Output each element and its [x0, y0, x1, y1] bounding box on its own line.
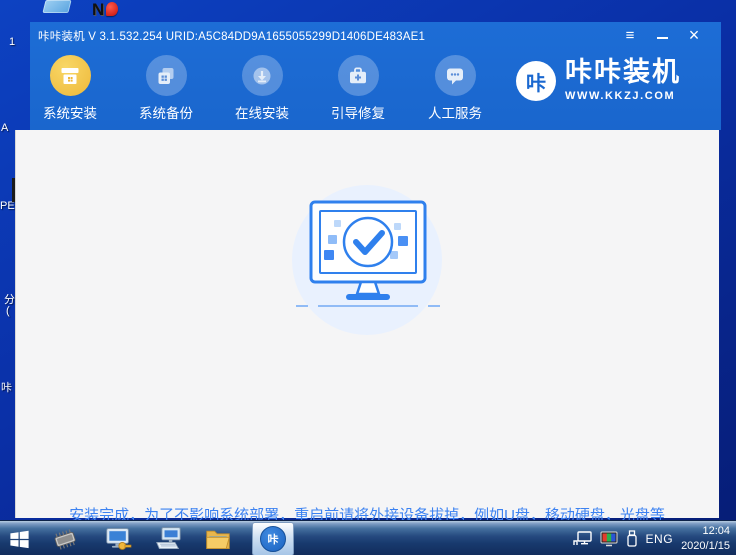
nav-item-system-install[interactable]: 系统安装 — [30, 52, 110, 122]
taskbar-kaka-app-active[interactable]: 咔 — [252, 522, 294, 555]
system-tray: ENG 12:04 2020/1/15 — [573, 521, 736, 555]
window-controls: ≡ × — [619, 26, 705, 44]
install-box-icon — [50, 55, 91, 96]
installer-window-header: 咔咔装机 V 3.1.532.254 URID:A5C84DD9A1655055… — [30, 22, 721, 130]
kaka-app-icon: 咔 — [260, 526, 286, 552]
desktop-label-fragment[interactable]: A — [1, 122, 8, 134]
desktop-label-fragment[interactable]: ( — [6, 305, 10, 317]
nav-item-manual-service[interactable]: 人工服务 — [415, 52, 495, 122]
desktop-file-icon[interactable] — [42, 0, 71, 13]
folder-icon — [204, 526, 232, 552]
nav-item-boot-repair[interactable]: 引导修复 — [318, 52, 398, 122]
cpu-chip-icon — [51, 526, 79, 552]
desktop-app-icon-letter: N — [92, 0, 104, 19]
nav-bar: 系统安装 系统备份 — [30, 52, 540, 130]
nav-label: 人工服务 — [415, 102, 495, 122]
menu-icon[interactable]: ≡ — [619, 26, 641, 44]
clock-date: 2020/1/15 — [681, 539, 730, 553]
language-indicator[interactable]: ENG — [646, 532, 674, 546]
desktop-label-fragment[interactable]: 1 — [9, 36, 15, 48]
brand-badge-icon: 咔 — [516, 61, 556, 101]
toolbox-repair-icon — [338, 55, 379, 96]
nav-label: 系统安装 — [30, 102, 110, 122]
nav-item-system-backup[interactable]: 系统备份 — [126, 52, 206, 122]
start-button[interactable] — [4, 525, 34, 553]
taskbar-input-tool[interactable] — [153, 525, 183, 553]
taskbar-file-explorer[interactable] — [203, 525, 233, 553]
taskbar-display-settings[interactable] — [103, 525, 133, 553]
nav-label: 系统备份 — [126, 102, 206, 122]
red-pin-icon — [106, 2, 118, 16]
display-color-icon[interactable] — [600, 531, 618, 547]
minimize-icon[interactable] — [651, 26, 673, 44]
taskbar-chip-tool[interactable] — [50, 525, 80, 553]
minimize-bar — [657, 37, 668, 39]
usb-device-icon[interactable] — [626, 530, 638, 547]
backup-copy-icon — [146, 55, 187, 96]
brand-url: WWW.KKZJ.COM — [565, 90, 681, 102]
clock-time: 12:04 — [681, 524, 730, 538]
desktop-app-icon[interactable]: N — [92, 0, 104, 20]
monitor-checkmark-illustration — [288, 192, 448, 317]
monitor-key-icon — [104, 526, 132, 552]
network-status-icon[interactable] — [573, 531, 592, 547]
clock[interactable]: 12:04 2020/1/15 — [681, 524, 730, 553]
screen: N 1 A PE 分 ( 咔 安装完成，为了不影响系统部署，重启前请将外接设备拔… — [0, 0, 736, 555]
window-title: 咔咔装机 V 3.1.532.254 URID:A5C84DD9A1655055… — [38, 28, 425, 44]
brand-name: 咔咔装机 — [565, 58, 681, 88]
nav-item-online-install[interactable]: 在线安装 — [222, 52, 302, 122]
windows-flag-icon — [8, 528, 31, 551]
taskbar: 咔 ENG 12:04 2020/1/1 — [0, 520, 736, 555]
nav-label: 在线安装 — [222, 102, 302, 122]
download-circle-icon — [242, 55, 283, 96]
keyboard-monitor-icon — [154, 526, 182, 552]
desktop-label-fragment[interactable]: 咔 — [1, 379, 12, 395]
brand-logo: 咔 咔咔装机 WWW.KKZJ.COM — [516, 58, 681, 102]
chat-service-icon — [435, 55, 476, 96]
installer-window-body: 安装完成，为了不影响系统部署，重启前请将外接设备拔掉，例如U盘，移动硬盘，光盘等… — [15, 130, 719, 518]
close-icon[interactable]: × — [683, 26, 705, 44]
nav-label: 引导修复 — [318, 102, 398, 122]
